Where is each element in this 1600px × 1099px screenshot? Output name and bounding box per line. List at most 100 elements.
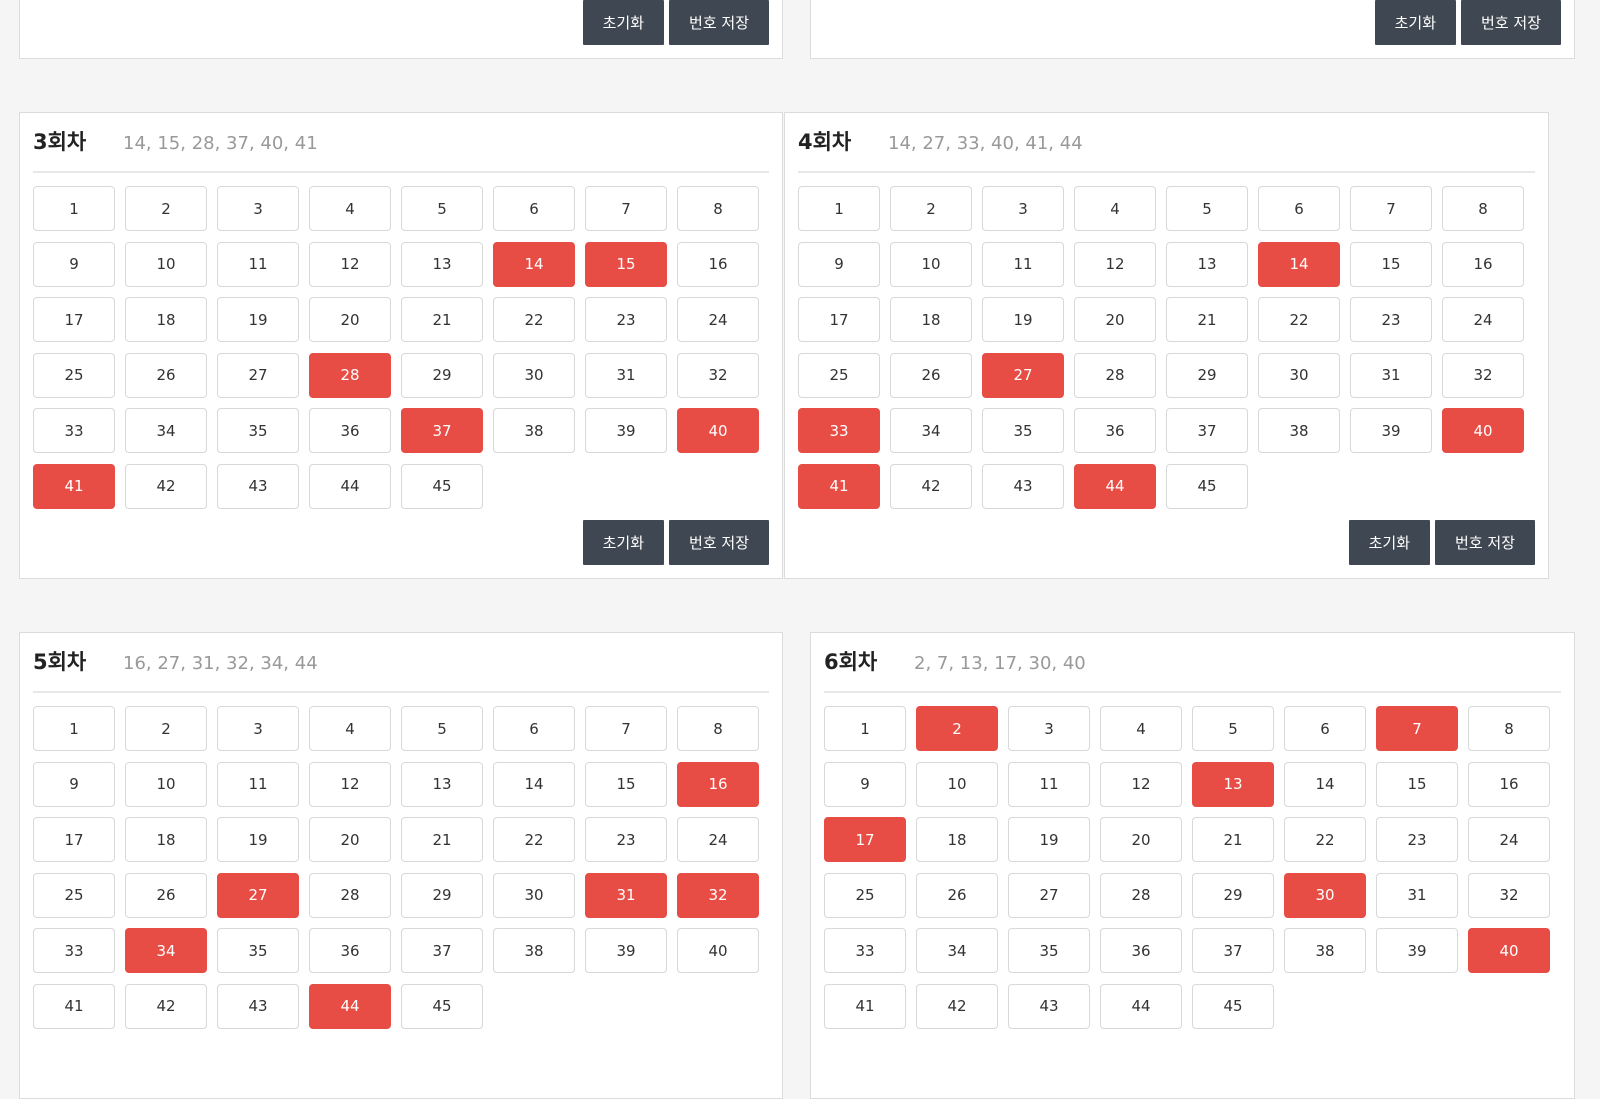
number-ball-33[interactable]: 33 [798,408,880,453]
number-ball-44[interactable]: 44 [1100,983,1182,1029]
number-ball-12[interactable]: 12 [1100,761,1182,807]
number-ball-26[interactable]: 26 [890,352,972,398]
number-ball-25[interactable]: 25 [33,872,115,918]
number-ball-43[interactable]: 43 [982,463,1064,509]
number-ball-16[interactable]: 16 [1442,241,1524,287]
number-ball-25[interactable]: 25 [798,352,880,398]
number-ball-35[interactable]: 35 [1008,928,1090,973]
number-ball-25[interactable]: 25 [824,872,906,918]
number-ball-39[interactable]: 39 [585,928,667,973]
number-ball-36[interactable]: 36 [309,928,391,973]
number-ball-44[interactable]: 44 [1074,463,1156,509]
number-ball-11[interactable]: 11 [217,241,299,287]
number-ball-14[interactable]: 14 [1258,241,1340,287]
number-ball-20[interactable]: 20 [1074,297,1156,342]
number-ball-7[interactable]: 7 [1376,706,1458,751]
number-ball-44[interactable]: 44 [309,983,391,1029]
number-ball-12[interactable]: 12 [309,241,391,287]
number-ball-2[interactable]: 2 [125,186,207,231]
number-ball-21[interactable]: 21 [1166,297,1248,342]
number-ball-13[interactable]: 13 [401,241,483,287]
number-ball-41[interactable]: 41 [33,983,115,1029]
number-ball-20[interactable]: 20 [309,297,391,342]
number-ball-13[interactable]: 13 [1192,761,1274,807]
number-ball-45[interactable]: 45 [1166,463,1248,509]
number-ball-24[interactable]: 24 [677,297,759,342]
number-ball-26[interactable]: 26 [916,872,998,918]
number-ball-3[interactable]: 3 [217,706,299,751]
reset-button[interactable]: 초기화 [582,520,665,565]
number-ball-41[interactable]: 41 [798,463,880,509]
number-ball-8[interactable]: 8 [677,706,759,751]
number-ball-5[interactable]: 5 [401,186,483,231]
number-ball-27[interactable]: 27 [217,352,299,398]
number-ball-12[interactable]: 12 [309,761,391,807]
number-ball-19[interactable]: 19 [982,297,1064,342]
number-ball-1[interactable]: 1 [824,706,906,751]
number-ball-7[interactable]: 7 [1350,186,1432,231]
number-ball-36[interactable]: 36 [1074,408,1156,453]
number-ball-42[interactable]: 42 [890,463,972,509]
number-ball-37[interactable]: 37 [1192,928,1274,973]
save-numbers-button[interactable]: 번호 저장 [1461,0,1561,45]
number-ball-27[interactable]: 27 [217,872,299,918]
number-ball-26[interactable]: 26 [125,872,207,918]
number-ball-8[interactable]: 8 [1442,186,1524,231]
number-ball-24[interactable]: 24 [677,817,759,862]
number-ball-11[interactable]: 11 [1008,761,1090,807]
number-ball-6[interactable]: 6 [1284,706,1366,751]
number-ball-29[interactable]: 29 [401,352,483,398]
number-ball-15[interactable]: 15 [585,761,667,807]
number-ball-45[interactable]: 45 [1192,983,1274,1029]
number-ball-16[interactable]: 16 [677,761,759,807]
number-ball-13[interactable]: 13 [401,761,483,807]
number-ball-16[interactable]: 16 [1468,761,1550,807]
number-ball-38[interactable]: 38 [493,408,575,453]
number-ball-4[interactable]: 4 [1074,186,1156,231]
number-ball-43[interactable]: 43 [217,983,299,1029]
number-ball-28[interactable]: 28 [1100,872,1182,918]
number-ball-10[interactable]: 10 [125,241,207,287]
number-ball-23[interactable]: 23 [1350,297,1432,342]
number-ball-36[interactable]: 36 [309,408,391,453]
number-ball-15[interactable]: 15 [585,241,667,287]
number-ball-5[interactable]: 5 [401,706,483,751]
number-ball-21[interactable]: 21 [1192,817,1274,862]
number-ball-16[interactable]: 16 [677,241,759,287]
number-ball-22[interactable]: 22 [1284,817,1366,862]
number-ball-39[interactable]: 39 [1376,928,1458,973]
number-ball-42[interactable]: 42 [125,983,207,1029]
number-ball-19[interactable]: 19 [217,297,299,342]
number-ball-27[interactable]: 27 [1008,872,1090,918]
number-ball-23[interactable]: 23 [585,297,667,342]
number-ball-45[interactable]: 45 [401,983,483,1029]
number-ball-12[interactable]: 12 [1074,241,1156,287]
number-ball-5[interactable]: 5 [1192,706,1274,751]
number-ball-34[interactable]: 34 [916,928,998,973]
number-ball-17[interactable]: 17 [33,817,115,862]
number-ball-38[interactable]: 38 [493,928,575,973]
number-ball-10[interactable]: 10 [916,761,998,807]
number-ball-8[interactable]: 8 [677,186,759,231]
number-ball-4[interactable]: 4 [309,706,391,751]
number-ball-34[interactable]: 34 [125,928,207,973]
number-ball-21[interactable]: 21 [401,297,483,342]
number-ball-18[interactable]: 18 [890,297,972,342]
number-ball-33[interactable]: 33 [33,408,115,453]
number-ball-37[interactable]: 37 [401,928,483,973]
number-ball-11[interactable]: 11 [217,761,299,807]
number-ball-5[interactable]: 5 [1166,186,1248,231]
number-ball-38[interactable]: 38 [1258,408,1340,453]
number-ball-9[interactable]: 9 [824,761,906,807]
number-ball-4[interactable]: 4 [309,186,391,231]
number-ball-35[interactable]: 35 [217,408,299,453]
number-ball-40[interactable]: 40 [1468,928,1550,973]
number-ball-4[interactable]: 4 [1100,706,1182,751]
number-ball-34[interactable]: 34 [890,408,972,453]
number-ball-3[interactable]: 3 [1008,706,1090,751]
number-ball-44[interactable]: 44 [309,463,391,509]
number-ball-21[interactable]: 21 [401,817,483,862]
number-ball-2[interactable]: 2 [890,186,972,231]
number-ball-35[interactable]: 35 [982,408,1064,453]
number-ball-8[interactable]: 8 [1468,706,1550,751]
